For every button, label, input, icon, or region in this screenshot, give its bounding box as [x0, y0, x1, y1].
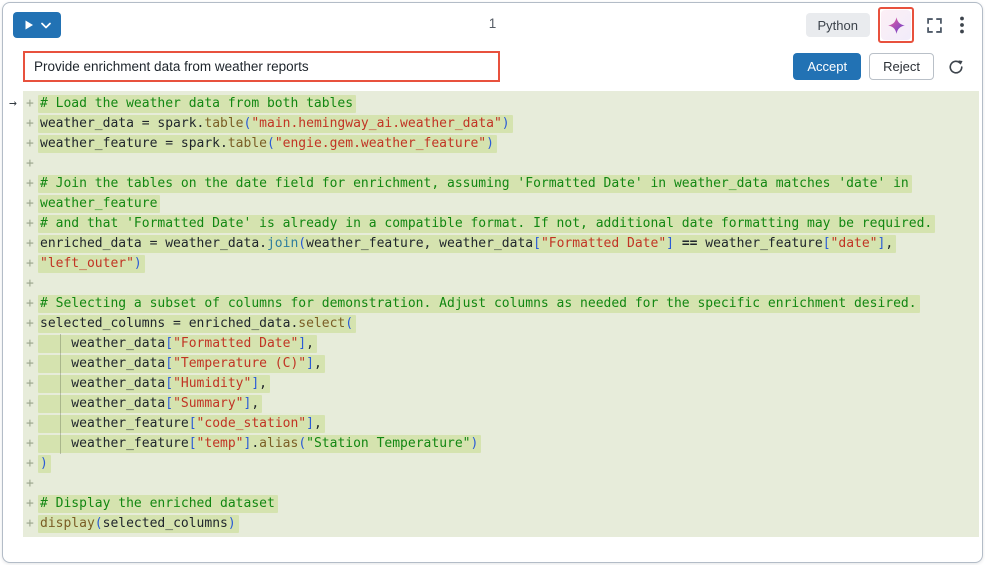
diff-added-text: weather_feature = spark.table("engie.gem…: [38, 135, 497, 153]
diff-added-marker: +: [26, 114, 38, 134]
regenerate-icon: [947, 58, 965, 76]
code-line[interactable]: +: [23, 274, 979, 294]
diff-added-marker: +: [26, 494, 38, 514]
code-line[interactable]: +# Display the enriched dataset: [23, 494, 979, 514]
code-line[interactable]: + weather_data["Summary"],: [23, 394, 979, 414]
diff-added-text: weather_data["Humidity"],: [38, 375, 270, 393]
diff-added-marker: +: [26, 334, 38, 354]
code-line[interactable]: +# Selecting a subset of columns for dem…: [23, 294, 979, 314]
code-line[interactable]: +# and that 'Formatted Date' is already …: [23, 214, 979, 234]
cell-toolbar: 1 Python: [3, 3, 982, 47]
diff-added-text: # Selecting a subset of columns for demo…: [38, 295, 920, 313]
code-line[interactable]: +): [23, 454, 979, 474]
diff-added-marker: +: [26, 314, 38, 334]
code-line[interactable]: +"left_outer"): [23, 254, 979, 274]
code-line[interactable]: + weather_feature["temp"].alias("Station…: [23, 434, 979, 454]
code-line[interactable]: +selected_columns = enriched_data.select…: [23, 314, 979, 334]
code-block[interactable]: +# Load the weather data from both table…: [23, 91, 979, 537]
cell-menu-button[interactable]: [954, 12, 970, 38]
code-line[interactable]: + weather_feature["code_station"],: [23, 414, 979, 434]
diff-added-text: # Display the enriched dataset: [38, 495, 278, 513]
diff-added-marker: +: [26, 274, 38, 294]
diff-added-text: enriched_data = weather_data.join(weathe…: [38, 235, 896, 253]
code-line[interactable]: +: [23, 154, 979, 174]
diff-added-text: selected_columns = enriched_data.select(: [38, 315, 356, 333]
code-line[interactable]: +display(selected_columns): [23, 514, 979, 534]
diff-added-marker: +: [26, 394, 38, 414]
kebab-menu-icon: [960, 16, 964, 34]
diff-added-text: weather_data["Formatted Date"],: [38, 335, 317, 353]
diff-added-marker: +: [26, 514, 38, 534]
diff-added-text: weather_data = spark.table("main.hemingw…: [38, 115, 513, 133]
diff-added-marker: +: [26, 234, 38, 254]
diff-added-marker: +: [26, 194, 38, 214]
diff-added-marker: +: [26, 454, 38, 474]
diff-added-marker: +: [26, 214, 38, 234]
code-line[interactable]: +weather_data = spark.table("main.heming…: [23, 114, 979, 134]
fullscreen-icon: [926, 17, 943, 34]
fullscreen-button[interactable]: [922, 12, 946, 38]
diff-added-marker: +: [26, 474, 38, 494]
code-line[interactable]: +: [23, 474, 979, 494]
code-line[interactable]: +enriched_data = weather_data.join(weath…: [23, 234, 979, 254]
code-line[interactable]: + weather_data["Temperature (C)"],: [23, 354, 979, 374]
diff-added-marker: +: [26, 434, 38, 454]
diff-added-marker: +: [26, 154, 38, 174]
diff-added-text: ): [38, 455, 51, 473]
diff-added-text: "left_outer"): [38, 255, 145, 273]
diff-added-marker: +: [26, 94, 38, 114]
code-line[interactable]: +# Load the weather data from both table…: [23, 94, 979, 114]
assistant-prompt-bar: Accept Reject: [3, 47, 982, 91]
diff-added-marker: +: [26, 134, 38, 154]
diff-added-text: weather_data["Summary"],: [38, 395, 262, 413]
diff-added-text: # Load the weather data from both tables: [38, 95, 356, 113]
diff-added-marker: +: [26, 294, 38, 314]
indent-guide: [60, 334, 61, 454]
annotation-box-prompt: [23, 51, 500, 82]
assistant-prompt-input[interactable]: [25, 53, 498, 80]
code-line[interactable]: +weather_feature = spark.table("engie.ge…: [23, 134, 979, 154]
code-line[interactable]: + weather_data["Humidity"],: [23, 374, 979, 394]
diff-added-text: # and that 'Formatted Date' is already i…: [38, 215, 935, 233]
code-line[interactable]: + weather_data["Formatted Date"],: [23, 334, 979, 354]
diff-added-marker: +: [26, 354, 38, 374]
diff-added-text: display(selected_columns): [38, 515, 239, 533]
diff-added-marker: +: [26, 374, 38, 394]
language-selector[interactable]: Python: [806, 13, 870, 37]
reject-button[interactable]: Reject: [869, 53, 934, 80]
diff-added-marker: +: [26, 174, 38, 194]
assistant-sparkle-button[interactable]: [881, 10, 911, 40]
code-editor[interactable]: → +# Load the weather data from both tab…: [3, 91, 982, 537]
diff-added-marker: +: [26, 414, 38, 434]
diff-added-text: weather_feature: [38, 195, 160, 213]
diff-added-text: weather_data["Temperature (C)"],: [38, 355, 325, 373]
diff-added-marker: +: [26, 254, 38, 274]
diff-added-text: weather_feature["temp"].alias("Station T…: [38, 435, 481, 453]
code-line[interactable]: +weather_feature: [23, 194, 979, 214]
regenerate-button[interactable]: [944, 54, 968, 80]
diff-added-text: weather_feature["code_station"],: [38, 415, 325, 433]
accept-button[interactable]: Accept: [793, 53, 861, 80]
assistant-sparkle-icon: [887, 16, 906, 35]
code-line[interactable]: +# Join the tables on the date field for…: [23, 174, 979, 194]
notebook-cell: 1 Python: [2, 2, 983, 563]
annotation-box-assistant: [878, 7, 914, 43]
diff-added-text: # Join the tables on the date field for …: [38, 175, 912, 193]
